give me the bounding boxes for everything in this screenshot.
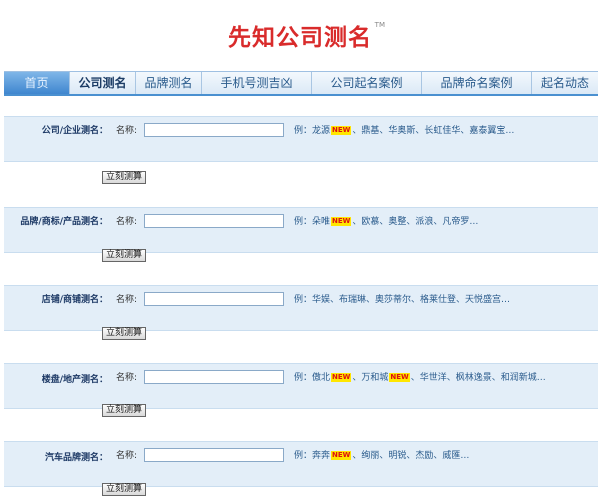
site-header: 先知公司测名 TM xyxy=(0,18,600,52)
tab-brand-cases[interactable]: 品牌命名案例 xyxy=(422,72,532,94)
submit-button[interactable]: 立刻测算 xyxy=(102,483,147,496)
tab-phone-fortune[interactable]: 手机号测吉凶 xyxy=(202,72,312,94)
section-label: 品牌/商标/产品测名： xyxy=(20,217,108,227)
examples: 例：华娱、布瑞琳、奥莎蒂尔、格莱仕登、天悦盛宫… xyxy=(294,295,511,305)
tab-company-cases[interactable]: 公司起名案例 xyxy=(312,72,422,94)
site-title: 先知公司测名 TM xyxy=(228,21,385,51)
company-name-input[interactable] xyxy=(144,123,284,137)
examples: 例：奔奔 NEW 、绚丽、明锐、杰励、威匯… xyxy=(294,451,470,461)
new-badge: NEW xyxy=(389,373,410,382)
realestate-name-input[interactable] xyxy=(144,370,284,384)
section-label: 楼盘/地产测名： xyxy=(41,375,108,385)
section-label: 公司/企业测名： xyxy=(41,126,108,136)
examples: 例：龙源 NEW 、鼎基、华奥斯、长虹佳华、嘉泰翼宝… xyxy=(294,126,515,136)
examples: 例：朵唯 NEW 、欧慕、奥整、派浪、凡帝罗… xyxy=(294,217,479,227)
main-nav: 首页 公司测名 品牌测名 手机号测吉凶 公司起名案例 品牌命名案例 起名动态 xyxy=(4,71,598,96)
tab-home[interactable]: 首页 xyxy=(4,72,70,94)
section-band xyxy=(4,285,598,331)
section-band xyxy=(4,363,598,409)
submit-button[interactable]: 立刻测算 xyxy=(102,327,147,340)
name-label: 名称: xyxy=(116,126,138,136)
carbrand-name-input[interactable] xyxy=(144,448,284,462)
section-band xyxy=(4,441,598,487)
tab-company-naming[interactable]: 公司测名 xyxy=(70,72,136,94)
shop-name-input[interactable] xyxy=(144,292,284,306)
section-label: 店铺/商铺测名： xyxy=(41,295,108,305)
trademark-mark: TM xyxy=(374,21,385,29)
section-band xyxy=(4,116,598,162)
section-band xyxy=(4,207,598,253)
submit-button[interactable]: 立刻测算 xyxy=(102,249,147,262)
section-label: 汽车品牌测名： xyxy=(44,453,108,463)
examples: 例：傲北 NEW 、万和城 NEW 、华世洋、枫林逸景、和润新城… xyxy=(294,373,546,383)
new-badge: NEW xyxy=(331,126,352,135)
tab-naming-news[interactable]: 起名动态 xyxy=(532,72,598,94)
tab-brand-naming[interactable]: 品牌测名 xyxy=(136,72,202,94)
brand-name-input[interactable] xyxy=(144,214,284,228)
name-label: 名称: xyxy=(116,295,138,305)
new-badge: NEW xyxy=(331,451,352,460)
new-badge: NEW xyxy=(331,373,352,382)
submit-button[interactable]: 立刻测算 xyxy=(102,404,147,417)
name-label: 名称: xyxy=(116,373,138,383)
name-label: 名称: xyxy=(116,217,138,227)
new-badge: NEW xyxy=(331,217,352,226)
submit-button[interactable]: 立刻测算 xyxy=(102,171,147,184)
site-title-text: 先知公司测名 xyxy=(228,25,372,51)
name-label: 名称: xyxy=(116,451,138,461)
